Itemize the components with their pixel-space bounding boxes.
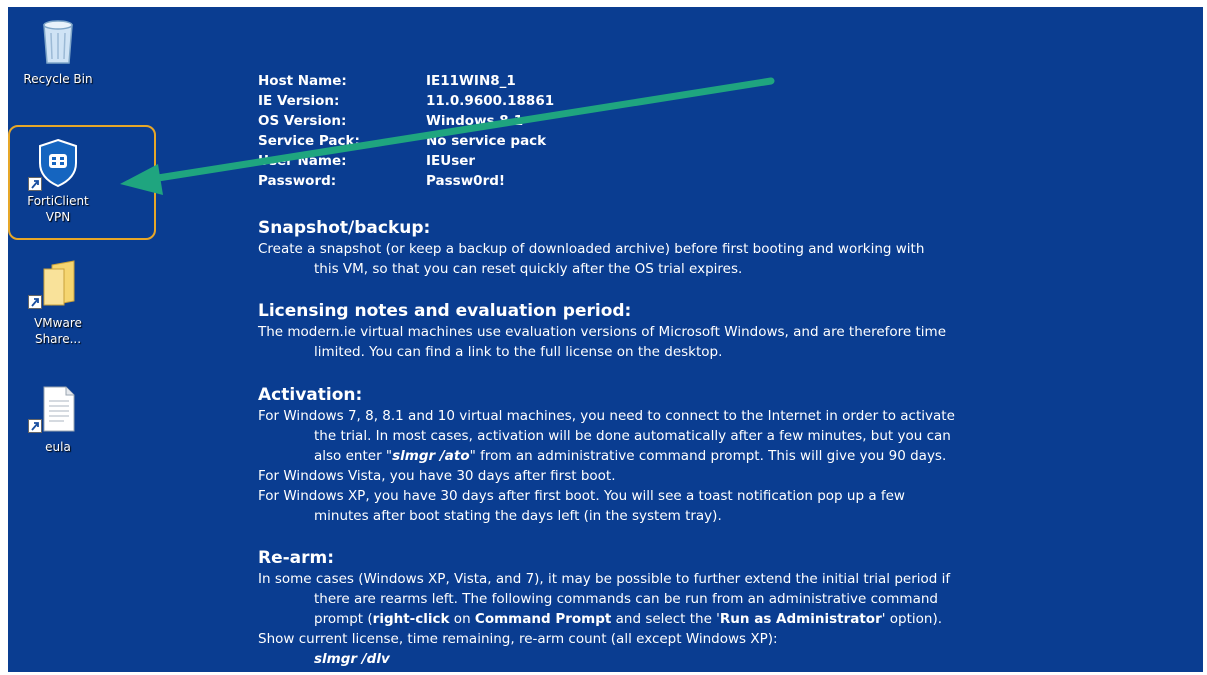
licensing-section: Licensing notes and evaluation period: T…: [258, 300, 998, 362]
eula-label: eula: [45, 440, 71, 454]
snapshot-section: Snapshot/backup: Create a snapshot (or k…: [258, 217, 998, 279]
shortcut-arrow-icon: [28, 419, 42, 433]
section-title: Licensing notes and evaluation period:: [258, 301, 632, 321]
user-name-row: User Name: IEUser: [258, 153, 476, 169]
service-pack-row: Service Pack: No service pack: [258, 133, 547, 149]
section-title: Re-arm:: [258, 548, 335, 568]
section-title: Activation:: [258, 385, 363, 405]
document-icon: [28, 383, 82, 435]
forticlient-vpn-label: FortiClient VPN: [27, 194, 89, 224]
section-title: Snapshot/backup:: [258, 218, 431, 238]
shortcut-arrow-icon: [28, 177, 42, 191]
vmware-share-label: VMware Share...: [34, 316, 82, 346]
rearm-section: Re-arm: In some cases (Windows XP, Vista…: [258, 547, 998, 669]
shortcut-arrow-icon: [28, 295, 42, 309]
desktop-icon-recycle-bin[interactable]: Recycle Bin: [8, 15, 108, 87]
password-row: Password: Passw0rd!: [258, 173, 506, 189]
recycle-bin-label: Recycle Bin: [23, 72, 93, 86]
desktop: Recycle Bin FortiClient VPN VMware Share…: [8, 7, 1203, 672]
forticlient-shield-icon: [28, 137, 82, 191]
desktop-icon-forticlient-vpn[interactable]: FortiClient VPN: [8, 137, 108, 225]
os-version-row: OS Version: Windows 8.1: [258, 113, 524, 129]
host-name-row: Host Name: IE11WIN8_1: [258, 73, 516, 89]
activation-section: Activation: For Windows 7, 8, 8.1 and 10…: [258, 384, 998, 526]
bginfo-panel: Host Name: IE11WIN8_1 IE Version: 11.0.960…: [258, 71, 998, 667]
desktop-icon-vmware-shared[interactable]: VMware Share...: [8, 259, 108, 347]
ie-version-row: IE Version: 11.0.9600.18861: [258, 93, 555, 109]
folder-icon: [28, 259, 82, 311]
recycle-bin-icon: [34, 15, 82, 67]
desktop-icon-eula[interactable]: eula: [8, 383, 108, 455]
